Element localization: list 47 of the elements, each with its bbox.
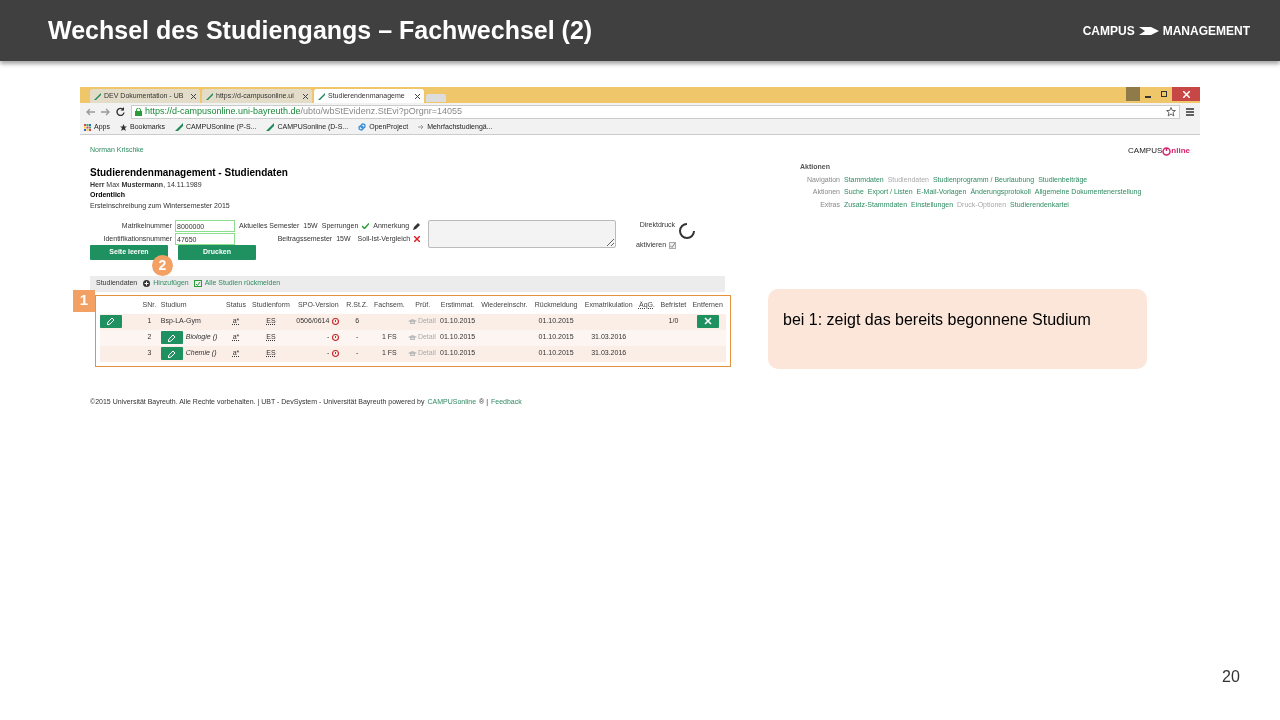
forward-icon[interactable]: [101, 107, 110, 116]
address-field[interactable]: https://d-campusonline.uni-bayreuth.de/ubto/wbStEvidenz.StEvi?pOrgnr=14055: [131, 104, 1180, 119]
info-icon[interactable]: [332, 318, 340, 325]
cap-icon: [407, 350, 417, 357]
close-icon: [703, 317, 712, 325]
callout-text: bei 1: zeigt das bereits begonnene Studium: [768, 289, 1147, 369]
remark-field[interactable]: [428, 220, 617, 248]
pencil-icon: [107, 317, 115, 325]
close-icon[interactable]: [191, 93, 196, 99]
step-marker: 1: [73, 289, 95, 312]
cap-icon: [407, 318, 417, 325]
checkbox[interactable]: [669, 241, 677, 249]
arrow-icon: [418, 124, 425, 130]
leaf-icon: [94, 92, 101, 100]
url-text: https://d-campusonline.uni-bayreuth.de/ubto/wbStEvidenz.StEvi?pOrgnr=14055: [145, 104, 462, 118]
lock-icon: [135, 107, 142, 116]
cap-icon: [407, 334, 417, 341]
info-icon[interactable]: [332, 334, 340, 341]
star-icon[interactable]: [1166, 106, 1176, 117]
logo-text: MANAGEMENT: [1162, 22, 1250, 40]
page-heading: Studierendenmanagement - Studiendaten: [90, 165, 289, 180]
leaf-icon: [266, 123, 275, 131]
reload-icon[interactable]: [116, 107, 125, 116]
back-icon[interactable]: [86, 107, 95, 116]
info-icon[interactable]: [332, 350, 340, 357]
campusonline-logo: CAMPUS nline: [1128, 145, 1190, 157]
edit-button[interactable]: [100, 314, 122, 328]
menu-icon[interactable]: [1186, 107, 1194, 116]
slide-title: Wechsel des Studiengangs – Fachwechsel (2): [48, 14, 593, 46]
spinner-icon: [678, 222, 697, 240]
logo-text: CAMPUS: [1082, 22, 1135, 40]
star-icon: [119, 123, 127, 131]
remove-button[interactable]: [696, 314, 719, 328]
leaf-icon: [206, 92, 213, 100]
leaf-icon: [175, 123, 183, 131]
page-number: 20: [1222, 667, 1240, 687]
step-marker: 2: [152, 254, 173, 276]
pencil-icon[interactable]: [413, 222, 421, 230]
edit-button[interactable]: [160, 331, 183, 344]
plus-icon[interactable]: [143, 280, 151, 287]
link-icon: [358, 123, 367, 131]
close-icon[interactable]: [303, 93, 308, 99]
edit-button[interactable]: [160, 347, 183, 360]
leaf-icon: [318, 92, 325, 100]
apps-icon: [84, 123, 91, 131]
close-icon[interactable]: [415, 93, 420, 99]
close-icon[interactable]: [1172, 87, 1200, 101]
